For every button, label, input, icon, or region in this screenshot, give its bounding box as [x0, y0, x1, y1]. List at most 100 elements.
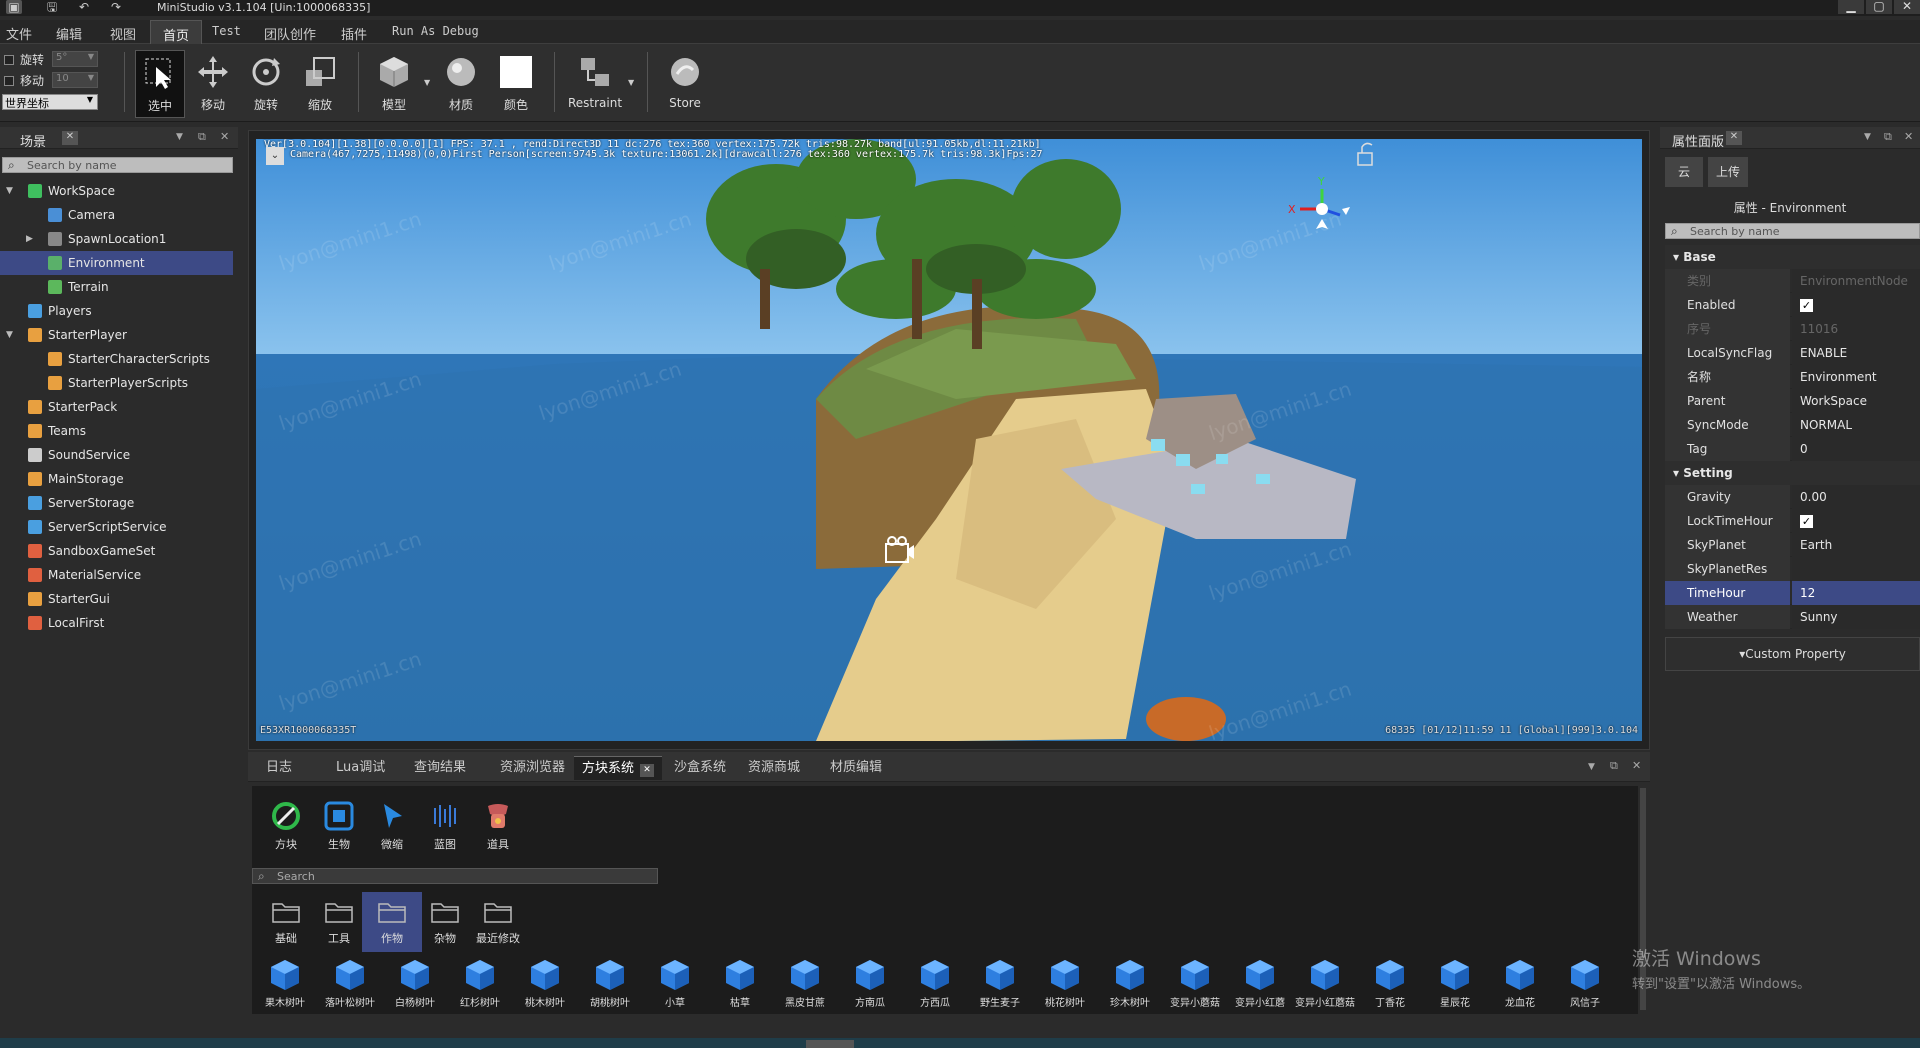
category-button[interactable]: 蓝图: [415, 800, 475, 852]
tree-item[interactable]: LocalFirst: [0, 611, 233, 635]
restraint-dropdown-icon[interactable]: ▼: [628, 78, 634, 87]
menu-test[interactable]: Test: [212, 24, 241, 38]
store-button[interactable]: Store: [660, 50, 710, 118]
bottom-tab[interactable]: 沙盒系统: [666, 756, 734, 780]
menu-plugins[interactable]: 插件: [341, 24, 367, 43]
property-value[interactable]: 12: [1792, 581, 1920, 605]
folder-item[interactable]: 最近修改: [468, 892, 528, 952]
section-setting-header[interactable]: ▾ Setting: [1665, 461, 1920, 485]
block-item[interactable]: 果木树叶: [254, 958, 316, 1009]
panel-menu-icon[interactable]: ▼: [1588, 762, 1595, 772]
block-item[interactable]: 方西瓜: [904, 958, 966, 1009]
block-item[interactable]: 黑皮甘蔗: [774, 958, 836, 1009]
property-row[interactable]: LocalSyncFlag ENABLE: [1665, 341, 1920, 365]
bottom-tab[interactable]: 方块系统 ✕: [574, 756, 663, 780]
property-row[interactable]: SkyPlanetRes: [1665, 557, 1920, 581]
property-row[interactable]: Weather Sunny: [1665, 605, 1920, 629]
panel-float-icon[interactable]: ⧉: [1610, 759, 1618, 773]
block-item[interactable]: 变异小红蘑: [1229, 958, 1291, 1009]
property-row[interactable]: Parent WorkSpace: [1665, 389, 1920, 413]
property-value[interactable]: 11016: [1792, 317, 1920, 341]
category-button[interactable]: 生物: [309, 800, 369, 852]
category-button[interactable]: 微缩: [362, 800, 422, 852]
taskbar-app-button[interactable]: [806, 1040, 854, 1048]
custom-property-button[interactable]: ▾Custom Property: [1665, 637, 1920, 671]
bottom-tab[interactable]: Lua调试: [328, 756, 393, 780]
color-button[interactable]: 颜色: [491, 50, 541, 118]
property-row[interactable]: Enabled ✓: [1665, 293, 1920, 317]
panel-float-icon[interactable]: ⧉: [1884, 130, 1892, 144]
coordinate-space-select[interactable]: 世界坐标 ▼: [2, 94, 98, 110]
panel-float-icon[interactable]: ⧉: [198, 130, 206, 144]
properties-tab-close-icon[interactable]: ✕: [1726, 131, 1742, 145]
block-item[interactable]: 变异小蘑菇: [1164, 958, 1226, 1009]
block-item[interactable]: 珍木树叶: [1099, 958, 1161, 1009]
bottom-tab[interactable]: 资源浏览器: [492, 756, 573, 780]
bottom-tab[interactable]: 查询结果: [406, 756, 474, 780]
save-icon[interactable]: 🖫: [44, 0, 60, 14]
move-snap-select[interactable]: 10 ▼: [52, 72, 98, 88]
property-value[interactable]: Environment: [1792, 365, 1920, 389]
property-row[interactable]: LockTimeHour ✓: [1665, 509, 1920, 533]
property-value[interactable]: WorkSpace: [1792, 389, 1920, 413]
property-row[interactable]: Tag 0: [1665, 437, 1920, 461]
property-value[interactable]: ✓: [1792, 293, 1920, 317]
property-row[interactable]: SkyPlanet Earth: [1665, 533, 1920, 557]
bottom-tab[interactable]: 日志: [258, 756, 300, 780]
scale-tool-button[interactable]: 缩放: [295, 50, 345, 118]
panel-close-icon[interactable]: ✕: [1904, 130, 1913, 143]
block-item[interactable]: 丁香花: [1359, 958, 1421, 1009]
category-button[interactable]: 方块: [256, 800, 316, 852]
cloud-button[interactable]: 云: [1665, 157, 1703, 187]
tab-close-icon[interactable]: ✕: [640, 764, 655, 777]
block-item[interactable]: 白杨树叶: [384, 958, 446, 1009]
rotate-snap-checkbox[interactable]: [4, 55, 14, 65]
block-item[interactable]: 方南瓜: [839, 958, 901, 1009]
panel-close-icon[interactable]: ✕: [220, 130, 229, 143]
model-button[interactable]: 模型: [369, 50, 419, 118]
properties-search-input[interactable]: ⌕ Search by name: [1665, 223, 1920, 239]
menu-home[interactable]: 首页: [150, 20, 203, 44]
bottom-tab[interactable]: 材质编辑: [822, 756, 890, 780]
menu-run-debug[interactable]: Run As Debug: [392, 24, 479, 38]
tree-item[interactable]: ServerStorage: [0, 491, 233, 515]
upload-button[interactable]: 上传: [1708, 157, 1748, 187]
restraint-button[interactable]: Restraint: [564, 50, 626, 118]
section-base-header[interactable]: ▾ Base: [1665, 245, 1920, 269]
property-value[interactable]: EnvironmentNode: [1792, 269, 1920, 293]
maximize-button[interactable]: ▢: [1866, 0, 1892, 14]
redo-icon[interactable]: ↷: [108, 0, 124, 14]
block-item[interactable]: 野生麦子: [969, 958, 1031, 1009]
tree-item[interactable]: SoundService: [0, 443, 233, 467]
panel-menu-icon[interactable]: ▼: [176, 132, 183, 142]
rotate-snap-select[interactable]: 5° ▼: [52, 51, 98, 67]
tree-item[interactable]: StarterPack: [0, 395, 233, 419]
tree-item[interactable]: Camera: [0, 203, 233, 227]
property-value[interactable]: Sunny: [1792, 605, 1920, 629]
block-item[interactable]: 红杉树叶: [449, 958, 511, 1009]
property-value[interactable]: ✓: [1792, 509, 1920, 533]
block-item[interactable]: 龙血花: [1489, 958, 1551, 1009]
category-button[interactable]: 道具: [468, 800, 528, 852]
3d-viewport[interactable]: X Y lyon@mini1.cn lyon@mini1.cn lyon@min…: [256, 139, 1642, 741]
tree-item[interactable]: MaterialService: [0, 563, 233, 587]
menu-team[interactable]: 团队创作: [264, 24, 316, 43]
property-value[interactable]: ENABLE: [1792, 341, 1920, 365]
scene-search-input[interactable]: ⌕ Search by name: [2, 157, 233, 173]
menu-file[interactable]: 文件: [6, 24, 32, 43]
tree-item[interactable]: StarterPlayerScripts: [0, 371, 233, 395]
property-checkbox[interactable]: ✓: [1800, 299, 1813, 312]
select-tool-button[interactable]: 选中: [135, 50, 185, 118]
close-button[interactable]: ✕: [1894, 0, 1920, 14]
menu-view[interactable]: 视图: [110, 24, 136, 43]
property-row[interactable]: 名称 Environment: [1665, 365, 1920, 389]
block-item[interactable]: 变异小红蘑菇: [1294, 958, 1356, 1009]
tree-item[interactable]: ▼ StarterPlayer: [0, 323, 233, 347]
property-value[interactable]: NORMAL: [1792, 413, 1920, 437]
panel-menu-icon[interactable]: ▼: [1864, 132, 1871, 142]
menu-edit[interactable]: 编辑: [56, 24, 82, 43]
block-item[interactable]: 胡桃树叶: [579, 958, 641, 1009]
chevron-down-icon[interactable]: ▼: [6, 179, 13, 203]
tree-item[interactable]: ▶ SpawnLocation1: [0, 227, 233, 251]
tree-item[interactable]: Teams: [0, 419, 233, 443]
